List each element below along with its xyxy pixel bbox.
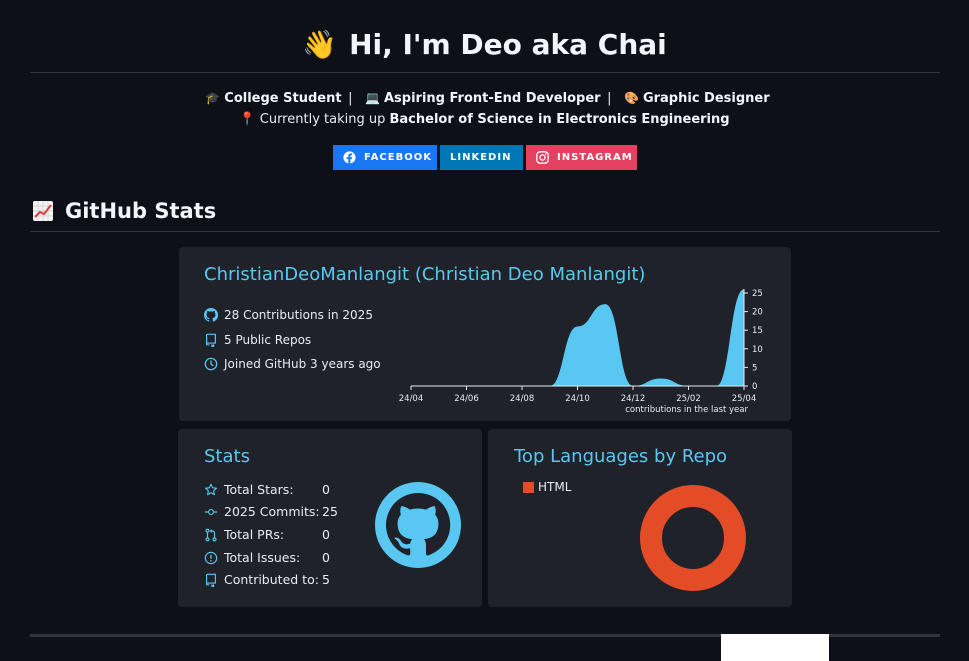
pull-request-icon — [205, 528, 217, 541]
contributions-stat: 28 Contributions in 2025 — [204, 308, 373, 322]
legend-swatch — [523, 481, 534, 493]
role-designer: Graphic Designer — [642, 91, 770, 106]
stat-label: Total Stars: — [224, 482, 294, 497]
stat-label: Total Issues: — [224, 550, 301, 565]
x-tick-label: 25/04 — [732, 394, 757, 404]
x-tick-label: 24/08 — [510, 394, 535, 404]
linkedin-badge-label: LINKEDIN — [450, 152, 512, 163]
languages-title: Top Languages by Repo — [514, 446, 728, 467]
white-image-placeholder — [721, 634, 829, 661]
title-divider — [30, 72, 940, 73]
y-tick-label: 25 — [752, 289, 763, 299]
stat-value: 0 — [322, 527, 330, 542]
legend-label: HTML — [538, 480, 572, 494]
stat-value: 0 — [322, 550, 330, 565]
stat-row: Total Issues: 0 — [204, 550, 330, 565]
contributions-area — [411, 289, 744, 386]
stat-label: Total PRs: — [224, 527, 285, 542]
instagram-badge-link[interactable]: INSTAGRAM — [526, 145, 637, 170]
repos-stat: 5 Public Repos — [204, 333, 311, 347]
contributions-text: 28 Contributions in 2025 — [224, 308, 373, 322]
section-divider — [30, 231, 940, 232]
social-badges: FACEBOOK LINKEDIN INSTAGRAM — [333, 145, 637, 170]
pushpin-icon: 📍 — [239, 112, 256, 127]
stat-row: Contributed to: 5 — [204, 572, 330, 587]
waving-hand-icon: 👋 — [302, 28, 338, 61]
x-tick-label: 24/06 — [454, 394, 479, 404]
star-icon — [205, 483, 217, 495]
x-tick-label: 24/04 — [399, 394, 423, 404]
facebook-icon — [343, 151, 356, 164]
role-student: College Student — [224, 91, 342, 106]
facebook-badge-link[interactable]: FACEBOOK — [333, 145, 437, 170]
study-degree: Bachelor of Science in Electronics Engin… — [389, 112, 730, 127]
y-tick-label: 15 — [752, 326, 763, 336]
x-tick-label: 25/02 — [676, 394, 701, 404]
repos-text: 5 Public Repos — [224, 333, 312, 347]
chart-increasing-icon — [33, 201, 53, 221]
y-tick-label: 20 — [752, 308, 763, 318]
instagram-icon — [536, 151, 549, 164]
donut-slice-html — [640, 485, 746, 591]
role-separator: | — [607, 91, 612, 106]
stat-label: Contributed to: — [224, 572, 319, 587]
github-stats-heading: GitHub Stats — [32, 199, 216, 223]
stat-row: 2025 Commits: 25 — [204, 504, 338, 519]
legend-item-html: HTML — [523, 480, 571, 494]
role-separator: | — [348, 91, 353, 106]
contributions-chart: 24/04 24/06 24/08 24/10 24/12 25/02 25/04 0 5 10 1… — [399, 289, 763, 415]
clock-icon — [204, 357, 218, 371]
page-title: 👋 Hi, I'm Deo aka Chai — [0, 28, 969, 61]
laptop-icon: 💻 — [365, 91, 380, 105]
stat-row: Total PRs: 0 — [204, 527, 330, 542]
linkedin-badge-link[interactable]: LINKEDIN — [440, 145, 523, 170]
profile-title[interactable]: ChristianDeoManlangit (Christian Deo Man… — [204, 264, 645, 285]
study-line: 📍 Currently taking up Bachelor of Scienc… — [0, 112, 969, 127]
roles-line: 🎓 College Student | 💻 Aspiring Front-End D… — [0, 91, 969, 106]
joined-stat: Joined GitHub 3 years ago — [204, 357, 381, 371]
y-tick-label: 0 — [752, 382, 757, 392]
github-logo-icon — [375, 482, 461, 568]
stat-value: 25 — [322, 504, 338, 519]
stat-label: 2025 Commits: — [224, 504, 320, 519]
languages-donut-chart — [640, 485, 746, 591]
y-tick-label: 10 — [752, 345, 763, 355]
github-icon — [204, 308, 218, 322]
repo-icon — [206, 573, 216, 587]
role-developer: Aspiring Front-End Developer — [383, 91, 601, 106]
issue-icon — [204, 551, 218, 564]
commit-icon — [204, 508, 218, 515]
languages-card: Top Languages by Repo HTML — [488, 429, 792, 607]
profile-card: ChristianDeoManlangit (Christian Deo Man… — [179, 247, 791, 421]
artist-palette-icon: 🎨 — [624, 91, 639, 105]
stats-title: Stats — [204, 446, 250, 467]
github-stats-title: GitHub Stats — [65, 199, 217, 223]
graduation-cap-icon: 🎓 — [205, 91, 221, 105]
chart-caption: contributions in the last year — [625, 405, 748, 415]
x-tick-label: 24/10 — [565, 394, 590, 404]
study-prefix: Currently taking up — [259, 112, 386, 127]
stat-row: Total Stars: 0 — [204, 482, 330, 497]
joined-text: Joined GitHub 3 years ago — [224, 357, 381, 371]
y-tick-label: 5 — [752, 363, 757, 373]
repo-icon — [206, 333, 216, 347]
stats-card: Stats Total Stars: 0 2025 Commits: 25 Total … — [178, 429, 482, 607]
stat-value: 5 — [322, 572, 330, 587]
stat-value: 0 — [322, 482, 330, 497]
x-tick-label: 24/12 — [621, 394, 646, 404]
page-title-text: Hi, I'm Deo aka Chai — [349, 28, 667, 61]
facebook-badge-label: FACEBOOK — [364, 152, 432, 163]
instagram-badge-label: INSTAGRAM — [557, 152, 633, 163]
